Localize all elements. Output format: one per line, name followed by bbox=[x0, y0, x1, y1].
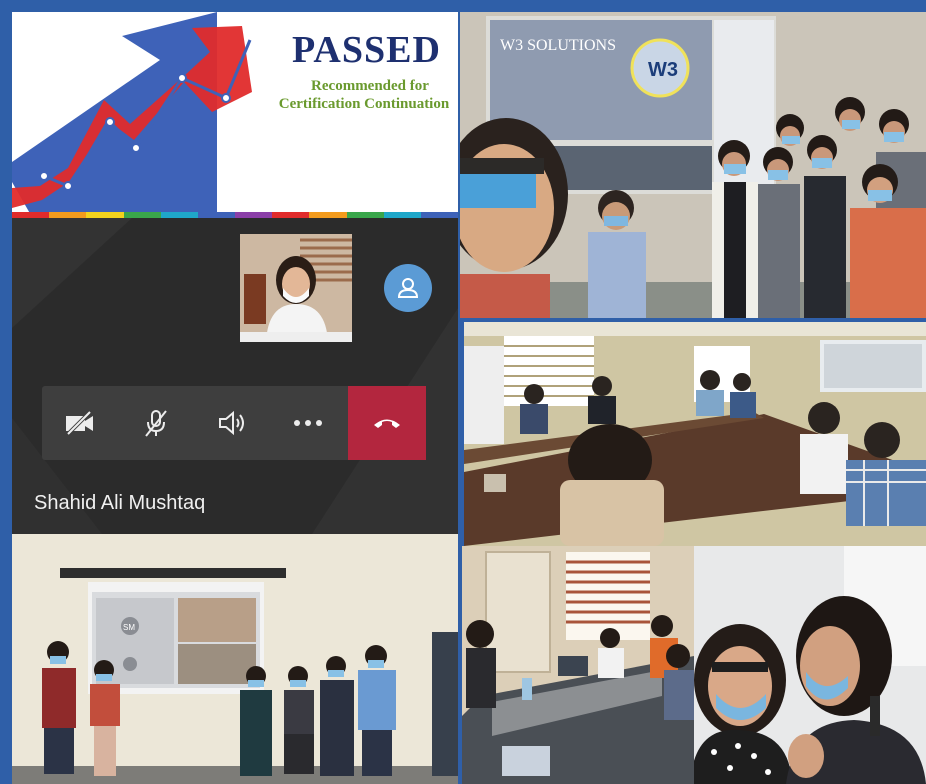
participant-name: Shahid Ali Mushtaq bbox=[34, 492, 206, 514]
recommendation-line-2: Certification Continuation bbox=[278, 96, 450, 112]
mic-toggle-button[interactable] bbox=[118, 386, 194, 460]
conference-room-photo bbox=[464, 322, 926, 546]
person-icon bbox=[397, 278, 419, 298]
mic-off-icon bbox=[145, 410, 167, 437]
participant-video-thumbnail[interactable] bbox=[240, 234, 352, 342]
recommendation-line-1: Recommended for bbox=[311, 78, 429, 94]
training-room-photo bbox=[462, 546, 694, 784]
group-selfie-image: W3 W3 SOLUTIONS bbox=[460, 12, 926, 318]
camera-off-icon bbox=[66, 410, 93, 436]
collage-frame: PASSED Recommended for Certification Con… bbox=[0, 0, 926, 784]
passed-title: PASSED bbox=[292, 29, 441, 71]
participant-video-image bbox=[240, 234, 352, 342]
headset-participants-image bbox=[694, 546, 926, 784]
participants-avatar-button[interactable] bbox=[384, 264, 432, 312]
passed-banner: PASSED Recommended for Certification Con… bbox=[12, 12, 458, 218]
more-options-icon bbox=[294, 420, 322, 426]
slide-title-text: W3 SOLUTIONS bbox=[500, 37, 616, 54]
headset-participants-photo bbox=[694, 546, 926, 784]
call-controls-bar bbox=[42, 386, 426, 460]
group-projection-image: SM bbox=[12, 534, 458, 784]
camera-toggle-button[interactable] bbox=[42, 386, 118, 460]
group-selfie-photo: W3 W3 SOLUTIONS bbox=[460, 12, 926, 318]
speaker-icon bbox=[219, 410, 244, 436]
call-background-pattern bbox=[12, 218, 458, 534]
speaker-button[interactable] bbox=[194, 386, 270, 460]
projected-initials: SM bbox=[123, 623, 135, 632]
group-projection-photo: SM bbox=[12, 534, 458, 784]
conference-room-image bbox=[464, 322, 926, 546]
slide-logo-text: W3 bbox=[648, 59, 678, 81]
training-room-image bbox=[462, 546, 694, 784]
video-call-panel: Shahid Ali Mushtaq bbox=[12, 218, 458, 534]
end-call-button[interactable] bbox=[348, 386, 426, 460]
more-options-button[interactable] bbox=[270, 386, 346, 460]
end-call-icon bbox=[374, 419, 400, 428]
